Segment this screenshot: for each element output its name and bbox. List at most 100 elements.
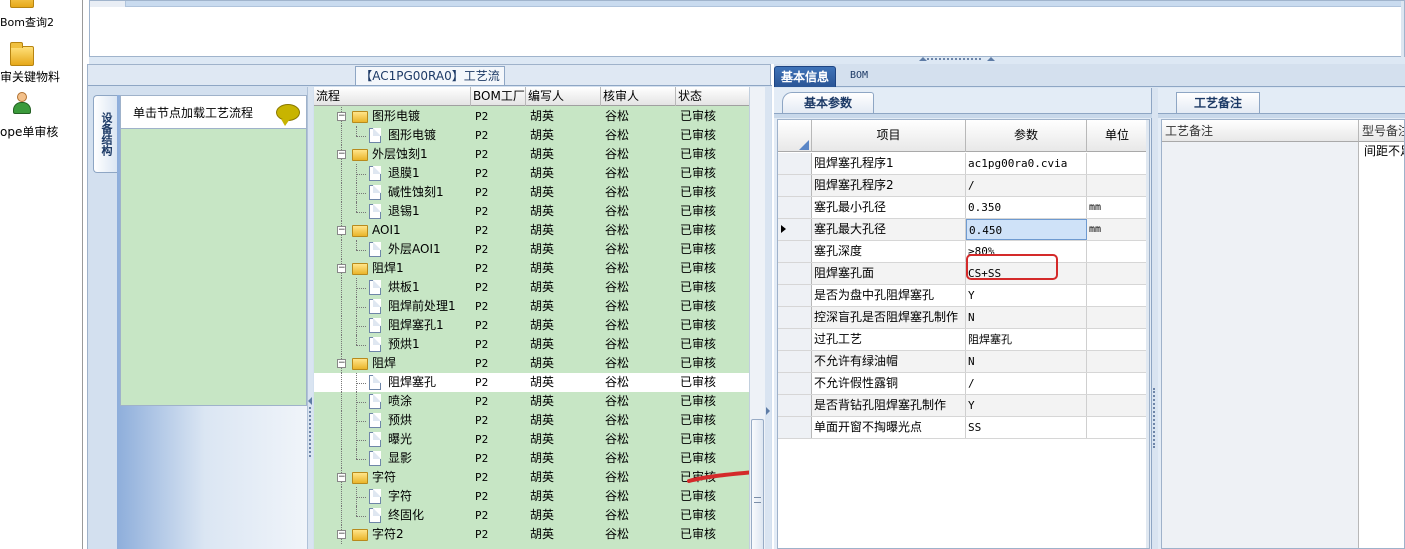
tree-row[interactable]: 预烘 P2 胡英 谷松 已审核 [314,411,749,430]
nav-item-key-material[interactable]: 审关键物料 [0,40,80,86]
row-indicator[interactable] [778,197,812,218]
tree-row[interactable]: 烘板1 P2 胡英 谷松 已审核 [314,278,749,297]
tree-row[interactable]: 喷涂 P2 胡英 谷松 已审核 [314,392,749,411]
tree-node-cell[interactable]: 阻焊前处理1 [314,297,471,316]
tree-node-cell[interactable]: − AOI1 [314,221,471,240]
column-header[interactable]: 流程 [314,87,471,106]
collapse-up-icon[interactable] [987,57,995,61]
column-header[interactable]: 状态 [676,87,749,106]
tab-process-notes[interactable]: 工艺备注 [1176,92,1260,113]
column-header[interactable]: 型号备注 [1359,120,1404,142]
row-indicator[interactable] [778,307,812,328]
tree-node-cell[interactable]: 预烘1 [314,335,471,354]
vertical-splitter[interactable] [307,87,313,549]
param-unit[interactable] [1087,263,1148,284]
param-row[interactable]: 不允许假性露铜/Y [778,373,1149,395]
tree-row[interactable]: − 阻焊1 P2 胡英 谷松 已审核 [314,259,749,278]
param-value[interactable]: SS [966,417,1087,438]
horizontal-splitter[interactable] [89,57,1405,64]
tree-row[interactable]: 阻焊塞孔 P2 胡英 谷松 已审核 [314,373,749,392]
collapse-right-icon[interactable] [766,407,770,415]
row-header-corner[interactable] [778,120,812,152]
column-header[interactable]: 编写人 [526,87,601,106]
tree-row[interactable]: − 外层蚀刻1 P2 胡英 谷松 已审核 [314,145,749,164]
tree-node-cell[interactable]: − 阻焊1 [314,259,471,278]
tree-row[interactable]: 终固化 P2 胡英 谷松 已审核 [314,506,749,525]
param-row[interactable]: 单面开窗不掏曝光点SSY [778,417,1149,439]
tree-row[interactable]: 曝光 P2 胡英 谷松 已审核 [314,430,749,449]
param-value[interactable]: Y [966,285,1087,306]
param-value[interactable]: / [966,175,1087,196]
tree-row[interactable]: 图形电镀 P2 胡英 谷松 已审核 [314,126,749,145]
row-indicator[interactable] [778,395,812,416]
tree-row[interactable]: − 字符 P2 胡英 谷松 已审核 [314,468,749,487]
row-indicator[interactable] [778,263,812,284]
param-row[interactable]: 阻焊塞孔程序2/Y [778,175,1149,197]
column-header[interactable]: 参数 [966,120,1087,152]
tree-node-cell[interactable]: − 阻焊 [314,354,471,373]
tree-row[interactable]: − 图形电镀 P2 胡英 谷松 已审核 [314,107,749,126]
tree-node-cell[interactable]: 烘板1 [314,278,471,297]
tab-device-structure[interactable]: 设备结构 [93,95,117,173]
tree-row[interactable]: 阻焊塞孔1 P2 胡英 谷松 已审核 [314,316,749,335]
tree-node-cell[interactable]: 退锡1 [314,202,471,221]
param-unit[interactable]: mm [1087,197,1148,218]
tree-node-cell[interactable]: − 字符2 [314,525,471,544]
row-indicator[interactable] [778,219,812,240]
tree-row[interactable]: − AOI1 P2 胡英 谷松 已审核 [314,221,749,240]
tree-row[interactable]: 阻焊前处理1 P2 胡英 谷松 已审核 [314,297,749,316]
tree-node-cell[interactable]: 阻焊塞孔1 [314,316,471,335]
tree-row[interactable]: 退膜1 P2 胡英 谷松 已审核 [314,164,749,183]
tree-node-cell[interactable]: 图形电镀 [314,126,471,145]
param-unit[interactable] [1087,153,1148,174]
param-row[interactable]: 阻焊塞孔程序1ac1pg00ra0.cviaY [778,153,1149,175]
collapse-up-icon[interactable] [919,57,927,61]
row-indicator[interactable] [778,241,812,262]
tree-row[interactable]: 退锡1 P2 胡英 谷松 已审核 [314,202,749,221]
tree-node-cell[interactable]: 终固化 [314,506,471,525]
tree-node-cell[interactable]: 显影 [314,449,471,468]
param-unit[interactable] [1087,351,1148,372]
tree-node-cell[interactable]: − 外层蚀刻1 [314,145,471,164]
param-value[interactable]: 0.350 [966,197,1087,218]
collapse-node-icon[interactable]: − [337,264,346,273]
collapse-node-icon[interactable]: − [337,150,346,159]
param-row[interactable]: 控深盲孔是否阻焊塞孔制作NY [778,307,1149,329]
column-header[interactable]: 核审人 [601,87,676,106]
column-header[interactable]: 工艺备注 [1162,120,1359,142]
param-row[interactable]: 塞孔最小孔径0.350mmY [778,197,1149,219]
column-header[interactable]: 项目 [812,120,966,152]
collapse-node-icon[interactable]: − [337,112,346,121]
notes-cell[interactable]: 间距不足 [1361,142,1404,160]
scrollbar-thumb[interactable] [751,419,764,549]
param-unit[interactable] [1087,241,1148,262]
tree-node-cell[interactable]: 外层AOI1 [314,240,471,259]
collapse-node-icon[interactable]: − [337,359,346,368]
param-unit[interactable] [1087,285,1148,306]
collapse-node-icon[interactable]: − [337,226,346,235]
nav-item-ope-review[interactable]: ope单审核 [0,90,80,140]
tree-row[interactable]: 外层AOI1 P2 胡英 谷松 已审核 [314,240,749,259]
param-unit[interactable] [1087,175,1148,196]
nav-item-bom-query[interactable]: Bom查询2 [0,0,80,32]
param-value[interactable]: / [966,373,1087,394]
tab-bom[interactable]: BOM [844,66,874,87]
param-unit[interactable] [1087,329,1148,350]
param-row[interactable]: 塞孔最大孔径0.450mmY [778,219,1149,241]
param-value[interactable]: N [966,351,1087,372]
tree-node-cell[interactable]: − 字符 [314,468,471,487]
tree-row[interactable]: 显影 P2 胡英 谷松 已审核 [314,449,749,468]
tree-node-cell[interactable]: 曝光 [314,430,471,449]
tree-row[interactable]: 预烘1 P2 胡英 谷松 已审核 [314,335,749,354]
collapse-node-icon[interactable]: − [337,473,346,482]
param-value[interactable]: Y [966,395,1087,416]
row-indicator[interactable] [778,373,812,394]
params-scrollbar[interactable] [1146,120,1149,548]
splitter-grip[interactable] [927,58,981,62]
tree-row[interactable]: − 阻焊 P2 胡英 谷松 已审核 [314,354,749,373]
param-unit[interactable] [1087,373,1148,394]
param-unit[interactable] [1087,395,1148,416]
collapse-node-icon[interactable]: − [337,530,346,539]
row-indicator[interactable] [778,329,812,350]
tree-node-cell[interactable]: 预烘 [314,411,471,430]
